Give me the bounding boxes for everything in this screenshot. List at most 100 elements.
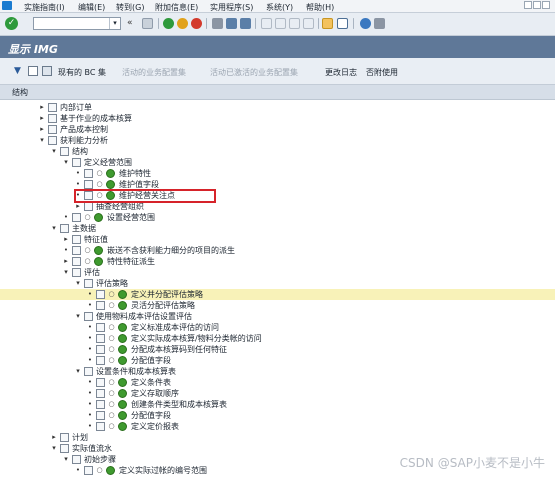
execute-icon[interactable] bbox=[94, 213, 103, 222]
document-icon[interactable] bbox=[96, 356, 105, 365]
layout-icon[interactable] bbox=[374, 18, 385, 29]
execute-icon[interactable] bbox=[118, 400, 127, 409]
tree-node-label[interactable]: 评估策略 bbox=[96, 278, 128, 289]
tree-node-label[interactable]: 设置条件和成本核算表 bbox=[96, 366, 176, 377]
execute-icon[interactable] bbox=[118, 290, 127, 299]
document-icon[interactable] bbox=[84, 312, 93, 321]
menu-extras[interactable]: 附加信息(E) bbox=[155, 2, 198, 13]
help-icon[interactable] bbox=[360, 18, 371, 29]
tree-node[interactable]: • ○ 定义条件表 bbox=[0, 377, 555, 388]
execute-icon[interactable] bbox=[106, 169, 115, 178]
tree-node[interactable]: ▾ 实际值流水 bbox=[0, 443, 555, 454]
document-icon[interactable] bbox=[72, 246, 81, 255]
collapse-node-icon[interactable]: ▾ bbox=[62, 268, 70, 277]
document-icon[interactable] bbox=[48, 114, 57, 123]
tree-node-label[interactable]: 创建条件类型和成本核算表 bbox=[131, 399, 227, 410]
collapse-node-icon[interactable]: ▾ bbox=[50, 147, 58, 156]
execute-icon[interactable] bbox=[118, 323, 127, 332]
document-icon[interactable] bbox=[72, 455, 81, 464]
chevron-down-icon[interactable]: ▾ bbox=[109, 18, 120, 29]
print-icon[interactable] bbox=[212, 18, 223, 29]
execute-icon[interactable] bbox=[118, 301, 127, 310]
last-page-icon[interactable] bbox=[303, 18, 314, 29]
expand-node-icon[interactable]: ▸ bbox=[62, 235, 70, 244]
maximize-icon[interactable] bbox=[533, 1, 541, 9]
document-icon[interactable] bbox=[48, 136, 57, 145]
document-icon[interactable] bbox=[60, 433, 69, 442]
execute-icon[interactable] bbox=[118, 345, 127, 354]
tree-node[interactable]: ▾ 设置条件和成本核算表 bbox=[0, 366, 555, 377]
collapse-node-icon[interactable]: ▾ bbox=[74, 367, 82, 376]
tree-node[interactable]: ▸ 特征值 bbox=[0, 234, 555, 245]
tree-node-label[interactable]: 分配成本核算码到任何特征 bbox=[131, 344, 227, 355]
tree-node-label[interactable]: 结构 bbox=[72, 146, 88, 157]
tree-node-label[interactable]: 分配值字段 bbox=[131, 355, 171, 366]
list-icon[interactable] bbox=[42, 66, 52, 76]
document-icon[interactable] bbox=[96, 378, 105, 387]
expand-node-icon[interactable]: ▸ bbox=[38, 114, 46, 123]
tree-node-label[interactable]: 灵活分配评估策略 bbox=[131, 300, 195, 311]
enter-icon[interactable]: ✓ bbox=[5, 17, 18, 30]
tree-node[interactable]: ▸ 产品成本控制 bbox=[0, 124, 555, 135]
tree-node-label[interactable]: 定义存取顺序 bbox=[131, 388, 179, 399]
tree-node[interactable]: ▸ ○ 特性特征派生 bbox=[0, 256, 555, 267]
document-icon[interactable] bbox=[84, 202, 93, 211]
document-icon[interactable] bbox=[96, 290, 105, 299]
document-icon[interactable] bbox=[84, 367, 93, 376]
execute-icon[interactable] bbox=[118, 422, 127, 431]
menu-implementation-guide[interactable]: 实施指南(I) bbox=[24, 2, 65, 13]
tree-node-label[interactable]: 初始步骤 bbox=[84, 454, 116, 465]
tree-node-label[interactable]: 基于作业的成本核算 bbox=[60, 113, 132, 124]
tree-node-label[interactable]: 产品成本控制 bbox=[60, 124, 108, 135]
menu-utilities[interactable]: 实用程序(S) bbox=[210, 2, 253, 13]
document-icon[interactable] bbox=[96, 411, 105, 420]
tree-node[interactable]: • ○ 嵌送不含获利能力细分的项目的派生 bbox=[0, 245, 555, 256]
tree-node-label[interactable]: 内部订单 bbox=[60, 102, 92, 113]
tree-node-label[interactable]: 定义并分配评估策略 bbox=[131, 289, 203, 300]
tree-node[interactable]: • ○ 定义标准成本评估的访问 bbox=[0, 322, 555, 333]
tree-node[interactable]: • ○ 分配成本核算码到任何特征 bbox=[0, 344, 555, 355]
tree-node-label[interactable]: 定义标准成本评估的访问 bbox=[131, 322, 219, 333]
tree-node[interactable]: • ○ 定义实际成本核算/物料分类帐的访问 bbox=[0, 333, 555, 344]
tree-node[interactable]: ▾ 使用物料成本评估设置评估 bbox=[0, 311, 555, 322]
execute-icon[interactable] bbox=[118, 389, 127, 398]
document-icon[interactable] bbox=[60, 444, 69, 453]
tree-node[interactable]: • ○ 创建条件类型和成本核算表 bbox=[0, 399, 555, 410]
tree-node-label[interactable]: 定义实际成本核算/物料分类帐的访问 bbox=[131, 333, 262, 344]
tree-node-label[interactable]: 定义实际过帐的编号范围 bbox=[119, 465, 207, 476]
document-icon[interactable] bbox=[48, 125, 57, 134]
tree-node[interactable]: • ○ 设置经营范围 bbox=[0, 212, 555, 223]
bc-sets-for-activity-button[interactable]: 活动的业务配置集 bbox=[122, 67, 186, 78]
collapse-toolbar-icon[interactable]: « bbox=[127, 18, 138, 29]
sap-logo-icon[interactable] bbox=[2, 1, 12, 10]
document-icon[interactable] bbox=[72, 213, 81, 222]
tree-node[interactable]: ▾ 主数据 bbox=[0, 223, 555, 234]
tree-node[interactable]: • ○ 定义并分配评估策略 bbox=[0, 289, 555, 300]
document-icon[interactable] bbox=[96, 422, 105, 431]
tree-node-label[interactable]: 主数据 bbox=[72, 223, 96, 234]
exit-icon[interactable] bbox=[177, 18, 188, 29]
release-notes-button[interactable]: 否附使用 bbox=[366, 67, 398, 78]
activated-bc-sets-button[interactable]: 活动已激活的业务配置集 bbox=[210, 67, 298, 78]
collapse-node-icon[interactable]: ▾ bbox=[50, 224, 58, 233]
tree-node[interactable]: • ○ 定义定价报表 bbox=[0, 421, 555, 432]
close-icon[interactable] bbox=[542, 1, 550, 9]
document-icon[interactable] bbox=[96, 301, 105, 310]
collapse-node-icon[interactable]: ▾ bbox=[38, 136, 46, 145]
document-icon[interactable] bbox=[84, 279, 93, 288]
tree-node[interactable]: ▾ 评估 bbox=[0, 267, 555, 278]
command-field[interactable]: ▾ bbox=[33, 17, 121, 30]
tree-node[interactable]: ▾ 定义经营范围 bbox=[0, 157, 555, 168]
expand-node-icon[interactable]: ▸ bbox=[38, 103, 46, 112]
tree-node-label[interactable]: 分配值字段 bbox=[131, 410, 171, 421]
tree-node-label[interactable]: 实际值流水 bbox=[72, 443, 112, 454]
back-icon[interactable] bbox=[163, 18, 174, 29]
document-icon[interactable] bbox=[96, 389, 105, 398]
document-icon[interactable] bbox=[72, 235, 81, 244]
document-icon[interactable] bbox=[96, 345, 105, 354]
document-icon[interactable] bbox=[84, 169, 93, 178]
expand-node-icon[interactable]: ▸ bbox=[62, 257, 70, 266]
document-icon[interactable] bbox=[28, 66, 38, 76]
cancel-icon[interactable] bbox=[191, 18, 202, 29]
existing-bc-sets-button[interactable]: 现有的 BC 集 bbox=[58, 67, 106, 78]
